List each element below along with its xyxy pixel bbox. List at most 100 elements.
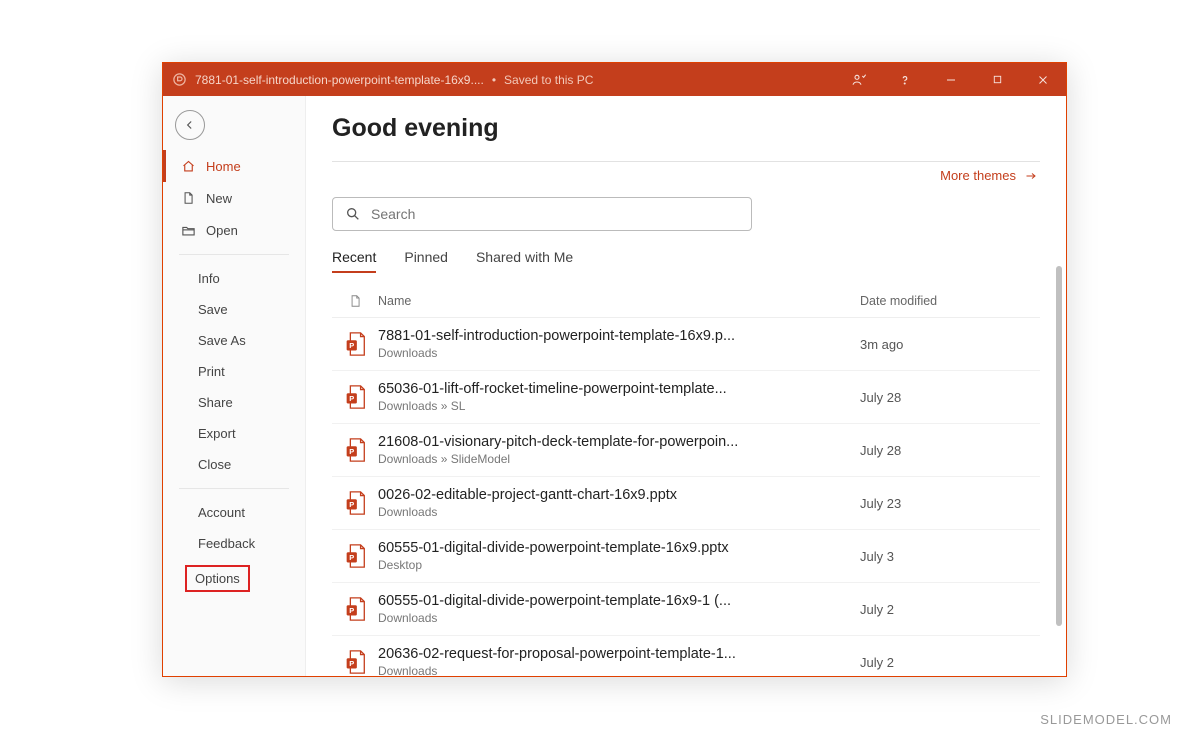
file-row[interactable]: P 60555-01-digital-divide-powerpoint-temp… [332, 530, 1040, 583]
svg-text:P: P [349, 659, 354, 668]
file-row[interactable]: P 65036-01-lift-off-rocket-timeline-power… [332, 371, 1040, 424]
new-icon [180, 190, 196, 206]
arrow-right-icon [1022, 170, 1040, 182]
file-row[interactable]: P60555-01-digital-divide-powerpoint-temp… [332, 583, 1040, 636]
saved-status: Saved to this PC [504, 73, 593, 87]
divider [332, 161, 1040, 162]
nav-separator [179, 254, 289, 255]
svg-text:P: P [349, 500, 354, 509]
nav-label: Save [198, 302, 228, 317]
pptx-icon: P [332, 649, 378, 675]
file-date: July 23 [860, 496, 1040, 511]
file-name: 60555-01-digital-divide-powerpoint-templ… [378, 593, 748, 609]
svg-text:P: P [349, 394, 354, 403]
search-box[interactable] [332, 197, 752, 231]
more-themes-label: More themes [940, 168, 1016, 183]
nav-label: Account [198, 505, 245, 520]
titlebar-right [844, 63, 1058, 96]
main-panel: Good evening More themes Recent Pinned S… [306, 96, 1066, 676]
nav-info[interactable]: Info [163, 263, 305, 294]
nav-label: New [206, 191, 232, 206]
account-icon[interactable] [844, 63, 874, 96]
nav-separator [179, 488, 289, 489]
nav-options-wrapper: Options [163, 565, 305, 592]
file-location: Downloads » SlideModel [378, 452, 860, 466]
nav-label: Close [198, 457, 231, 472]
close-button[interactable] [1028, 63, 1058, 96]
file-location: Desktop [378, 558, 860, 572]
nav-share[interactable]: Share [163, 387, 305, 418]
file-date: 3m ago [860, 337, 1040, 352]
nav-open[interactable]: Open [163, 214, 305, 246]
list-header: Name Date modified [332, 287, 1040, 318]
nav-export[interactable]: Export [163, 418, 305, 449]
nav-label: Info [198, 271, 220, 286]
backstage-window: 7881-01-self-introduction-powerpoint-tem… [162, 62, 1067, 677]
file-row[interactable]: P 20636-02-request-for-proposal-powerpoin… [332, 636, 1040, 676]
nav-feedback[interactable]: Feedback [163, 528, 305, 559]
open-icon [180, 222, 196, 238]
file-date: July 28 [860, 443, 1040, 458]
tab-recent[interactable]: Recent [332, 249, 376, 273]
maximize-button[interactable] [982, 63, 1012, 96]
search-input[interactable] [371, 206, 739, 222]
file-name: 0026-02-editable-project-gantt-chart-16x… [378, 487, 748, 503]
file-info: 7881-01-self-introduction-powerpoint-tem… [378, 328, 860, 360]
titlebar-left: 7881-01-self-introduction-powerpoint-tem… [171, 72, 836, 88]
nav-print[interactable]: Print [163, 356, 305, 387]
nav-label: Save As [198, 333, 246, 348]
file-name: 60555-01-digital-divide-powerpoint-templ… [378, 540, 748, 556]
backstage-body: Home New Open Info Save Save As Print Sh… [163, 96, 1066, 676]
tab-pinned[interactable]: Pinned [404, 249, 448, 273]
file-list: P 7881-01-self-introduction-powerpoint-te… [332, 318, 1040, 676]
sidebar: Home New Open Info Save Save As Print Sh… [163, 96, 306, 676]
file-location: Downloads [378, 346, 860, 360]
file-date: July 2 [860, 655, 1040, 670]
nav-account[interactable]: Account [163, 497, 305, 528]
nav-home[interactable]: Home [163, 150, 305, 182]
nav-save-as[interactable]: Save As [163, 325, 305, 356]
nav-new[interactable]: New [163, 182, 305, 214]
minimize-button[interactable] [936, 63, 966, 96]
file-info: 65036-01-lift-off-rocket-timeline-powerp… [378, 381, 860, 413]
pptx-icon: P [332, 384, 378, 410]
svg-text:P: P [349, 553, 354, 562]
file-info: 0026-02-editable-project-gantt-chart-16x… [378, 487, 860, 519]
nav-label: Open [206, 223, 238, 238]
file-name: 7881-01-self-introduction-powerpoint-tem… [378, 328, 748, 344]
scrollbar-thumb[interactable] [1056, 266, 1062, 626]
file-date: July 3 [860, 549, 1040, 564]
scrollbar[interactable] [1054, 206, 1064, 676]
col-icon [332, 293, 378, 309]
nav-options[interactable]: Options [185, 565, 250, 592]
nav-label: Home [206, 159, 241, 174]
pptx-icon: P [332, 543, 378, 569]
file-row[interactable]: P7881-01-self-introduction-powerpoint-te… [332, 318, 1040, 371]
nav-label: Print [198, 364, 225, 379]
pptx-icon: P [332, 490, 378, 516]
file-tabs: Recent Pinned Shared with Me [332, 249, 1040, 273]
file-row[interactable]: P 0026-02-editable-project-gantt-chart-16… [332, 477, 1040, 530]
nav-label: Options [195, 571, 240, 586]
home-icon [180, 158, 196, 174]
file-date: July 28 [860, 390, 1040, 405]
help-icon[interactable] [890, 63, 920, 96]
file-name: 65036-01-lift-off-rocket-timeline-powerp… [378, 381, 748, 397]
greeting: Good evening [332, 114, 1040, 143]
nav-close[interactable]: Close [163, 449, 305, 480]
col-name[interactable]: Name [378, 294, 860, 308]
svg-text:P: P [349, 447, 354, 456]
file-row[interactable]: P21608-01-visionary-pitch-deck-template-… [332, 424, 1040, 477]
more-themes-link[interactable]: More themes [332, 168, 1040, 183]
pptx-icon: P [332, 596, 378, 622]
file-info: 20636-02-request-for-proposal-powerpoint… [378, 646, 860, 676]
watermark: SLIDEMODEL.COM [1040, 712, 1172, 727]
nav-save[interactable]: Save [163, 294, 305, 325]
search-icon [345, 206, 361, 222]
tab-shared[interactable]: Shared with Me [476, 249, 573, 273]
back-button[interactable] [175, 110, 205, 140]
col-date[interactable]: Date modified [860, 294, 1040, 308]
file-info: 60555-01-digital-divide-powerpoint-templ… [378, 593, 860, 625]
nav-label: Export [198, 426, 236, 441]
nav-label: Share [198, 395, 233, 410]
